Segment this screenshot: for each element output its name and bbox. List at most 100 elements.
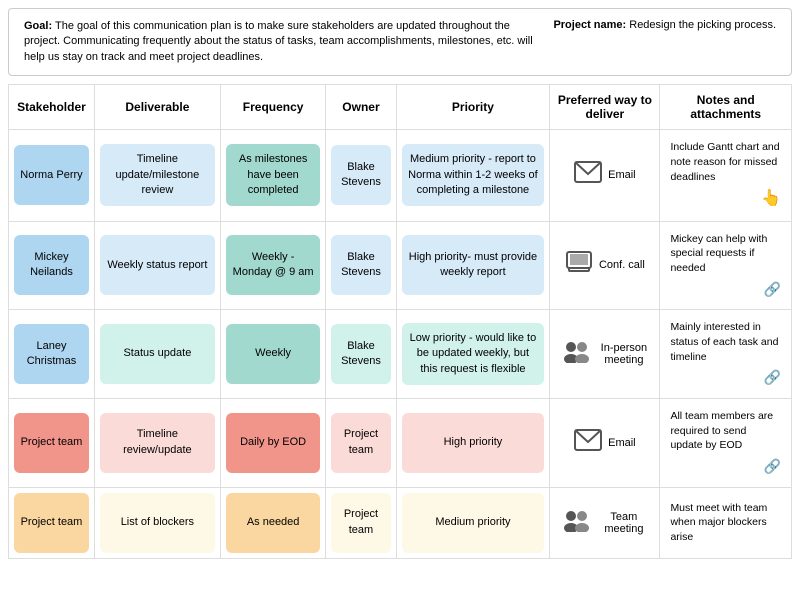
frequency-cell: Weekly - Monday @ 9 am bbox=[220, 221, 326, 310]
header-section: Goal: The goal of this communication pla… bbox=[8, 8, 792, 76]
table-header-row: Stakeholder Deliverable Frequency Owner … bbox=[9, 85, 792, 130]
deliver-cell: Email bbox=[550, 398, 660, 487]
stakeholder-card: Norma Perry bbox=[14, 145, 89, 205]
deliverable-card: Status update bbox=[100, 324, 215, 384]
owner-cell: Project team bbox=[326, 398, 396, 487]
deliverable-card: Weekly status report bbox=[100, 235, 215, 295]
notes-cell: Mainly interested in status of each task… bbox=[660, 310, 792, 399]
project-label: Project name: bbox=[553, 19, 626, 31]
deliver-cell: In-person meeting bbox=[550, 310, 660, 399]
priority-card: Low priority - would like to be updated … bbox=[402, 323, 545, 385]
priority-cell: Medium priority - report to Norma within… bbox=[396, 130, 550, 221]
owner-card: Project team bbox=[331, 413, 390, 473]
notes-card: Must meet with team when major blockers … bbox=[665, 496, 786, 550]
deliver-card: Email bbox=[555, 156, 654, 194]
col-owner: Owner bbox=[326, 85, 396, 130]
deliver-label: Email bbox=[608, 437, 636, 449]
priority-card: High priority- must provide weekly repor… bbox=[402, 235, 545, 295]
stakeholder-cell: Norma Perry bbox=[9, 130, 95, 221]
owner-card: Project team bbox=[331, 493, 390, 553]
deliver-card: Email bbox=[555, 424, 654, 462]
priority-cell: Medium priority bbox=[396, 487, 550, 558]
deliver-label: Email bbox=[608, 169, 636, 181]
link-icon: 🔗 bbox=[670, 368, 781, 388]
goal-text: Goal: The goal of this communication pla… bbox=[24, 19, 533, 65]
cursor-icon: 👆 bbox=[670, 188, 781, 210]
frequency-cell: As needed bbox=[220, 487, 326, 558]
owner-cell: Blake Stevens bbox=[326, 310, 396, 399]
deliver-card: In-person meeting bbox=[555, 334, 654, 374]
priority-cell: Low priority - would like to be updated … bbox=[396, 310, 550, 399]
deliver-cell: Email bbox=[550, 130, 660, 221]
stakeholder-card: Mickey Neilands bbox=[14, 235, 89, 295]
table-row: Norma PerryTimeline update/milestone rev… bbox=[9, 130, 792, 221]
owner-card: Blake Stevens bbox=[331, 235, 390, 295]
priority-cell: High priority- must provide weekly repor… bbox=[396, 221, 550, 310]
table-row: Project teamList of blockersAs neededPro… bbox=[9, 487, 792, 558]
notes-card: Include Gantt chart and note reason for … bbox=[665, 135, 786, 215]
goal-label: Goal: bbox=[24, 20, 52, 32]
stakeholder-cell: Project team bbox=[9, 487, 95, 558]
notes-card: Mickey can help with special requests if… bbox=[665, 227, 786, 305]
notes-card: Mainly interested in status of each task… bbox=[665, 315, 786, 393]
deliver-card: Conf. call bbox=[555, 245, 654, 285]
deliver-cell: Conf. call bbox=[550, 221, 660, 310]
notes-cell: Mickey can help with special requests if… bbox=[660, 221, 792, 310]
link-icon: 🔗 bbox=[670, 280, 781, 300]
notes-card: All team members are required to send up… bbox=[665, 404, 786, 482]
col-deliverable: Deliverable bbox=[94, 85, 220, 130]
owner-card: Blake Stevens bbox=[331, 145, 390, 205]
deliverable-card: List of blockers bbox=[100, 493, 215, 553]
table-container: Stakeholder Deliverable Frequency Owner … bbox=[8, 84, 792, 558]
deliver-card: Team meeting bbox=[555, 503, 654, 543]
col-priority: Priority bbox=[396, 85, 550, 130]
frequency-card: As needed bbox=[226, 493, 321, 553]
project-value: Redesign the picking process. bbox=[629, 19, 776, 31]
notes-cell: All team members are required to send up… bbox=[660, 398, 792, 487]
table-row: Mickey NeilandsWeekly status reportWeekl… bbox=[9, 221, 792, 310]
deliverable-card: Timeline review/update bbox=[100, 413, 215, 473]
col-deliver: Preferred way to deliver bbox=[550, 85, 660, 130]
deliver-icon bbox=[560, 339, 592, 369]
project-name: Project name: Redesign the picking proce… bbox=[553, 19, 776, 31]
col-stakeholder: Stakeholder bbox=[9, 85, 95, 130]
deliver-label: Conf. call bbox=[599, 259, 645, 271]
goal-content: The goal of this communication plan is t… bbox=[24, 20, 533, 63]
frequency-card: Weekly bbox=[226, 324, 321, 384]
deliver-cell: Team meeting bbox=[550, 487, 660, 558]
deliverable-cell: Timeline review/update bbox=[94, 398, 220, 487]
deliverable-cell: Status update bbox=[94, 310, 220, 399]
col-frequency: Frequency bbox=[220, 85, 326, 130]
deliverable-cell: List of blockers bbox=[94, 487, 220, 558]
col-notes: Notes and attachments bbox=[660, 85, 792, 130]
priority-cell: High priority bbox=[396, 398, 550, 487]
stakeholder-cell: Mickey Neilands bbox=[9, 221, 95, 310]
owner-cell: Blake Stevens bbox=[326, 130, 396, 221]
deliverable-card: Timeline update/milestone review bbox=[100, 144, 215, 206]
table-row: Project teamTimeline review/updateDaily … bbox=[9, 398, 792, 487]
owner-card: Blake Stevens bbox=[331, 324, 390, 384]
owner-cell: Blake Stevens bbox=[326, 221, 396, 310]
stakeholder-cell: Project team bbox=[9, 398, 95, 487]
stakeholder-card: Project team bbox=[14, 413, 89, 473]
deliverable-cell: Weekly status report bbox=[94, 221, 220, 310]
link-icon: 🔗 bbox=[670, 457, 781, 477]
table-row: Laney ChristmasStatus updateWeeklyBlake … bbox=[9, 310, 792, 399]
deliver-label: Team meeting bbox=[598, 511, 649, 535]
deliver-icon bbox=[574, 429, 602, 457]
stakeholder-card: Project team bbox=[14, 493, 89, 553]
communication-table: Stakeholder Deliverable Frequency Owner … bbox=[8, 84, 792, 558]
frequency-card: Daily by EOD bbox=[226, 413, 321, 473]
stakeholder-card: Laney Christmas bbox=[14, 324, 89, 384]
notes-cell: Include Gantt chart and note reason for … bbox=[660, 130, 792, 221]
priority-card: High priority bbox=[402, 413, 545, 473]
deliverable-cell: Timeline update/milestone review bbox=[94, 130, 220, 221]
frequency-cell: Weekly bbox=[220, 310, 326, 399]
frequency-card: Weekly - Monday @ 9 am bbox=[226, 235, 321, 295]
deliver-icon bbox=[560, 508, 592, 538]
frequency-cell: Daily by EOD bbox=[220, 398, 326, 487]
deliver-label: In-person meeting bbox=[598, 342, 649, 366]
owner-cell: Project team bbox=[326, 487, 396, 558]
priority-card: Medium priority bbox=[402, 493, 545, 553]
frequency-cell: As milestones have been completed bbox=[220, 130, 326, 221]
